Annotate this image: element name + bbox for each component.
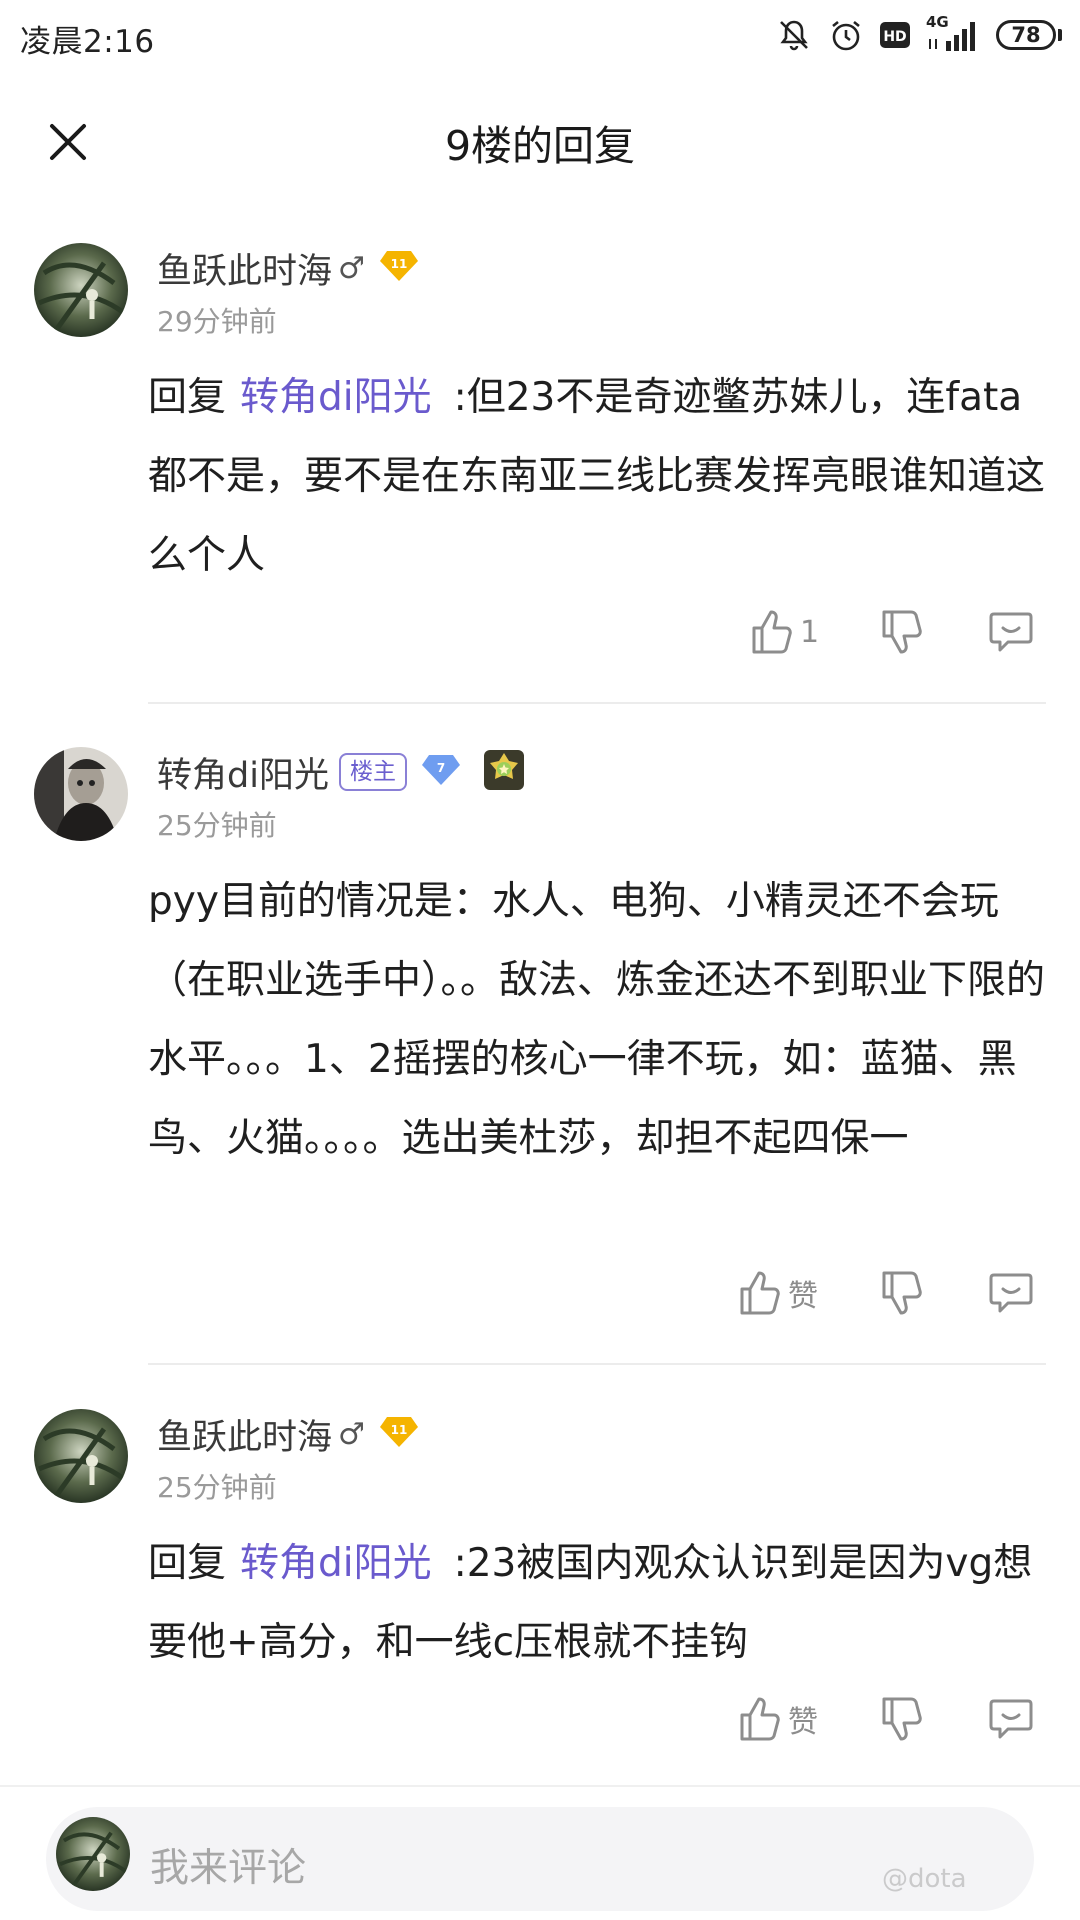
user-line: 鱼跃此时海 ♂ 11 <box>157 1409 419 1459</box>
reply-button[interactable] <box>988 1695 1034 1741</box>
comment-text: 回复 转角di阳光:23被国内观众认识到是因为vg想要他+高分，和一线c压根就不挂… <box>148 1524 1048 1682</box>
comment-actions: 1 <box>0 608 1080 668</box>
medal-icon <box>483 749 525 795</box>
male-icon: ♂ <box>338 1416 365 1452</box>
reply-button[interactable] <box>988 608 1034 654</box>
level-badge: 7 <box>421 753 461 791</box>
level-badge: 11 <box>379 1415 419 1453</box>
username[interactable]: 鱼跃此时海 <box>157 243 332 294</box>
like-label: 赞 <box>788 1279 818 1314</box>
status-bar: 凌晨2:16 HD 4G 78 <box>0 0 1080 72</box>
username[interactable]: 转角di阳光 <box>157 747 329 798</box>
thumbs-down-icon <box>882 1697 922 1741</box>
alarm-icon <box>828 17 864 53</box>
comment-input-placeholder[interactable]: 我来评论 <box>150 1837 306 1893</box>
thumbs-up-icon <box>752 610 792 654</box>
comment-actions: 赞 <box>0 1269 1080 1329</box>
comment-text: 回复 转角di阳光:但23不是奇迹鳖苏妹儿，连fata都不是，要不是在东南亚三线比… <box>148 358 1048 595</box>
svg-text:11: 11 <box>391 1423 408 1437</box>
avatar[interactable] <box>34 243 128 337</box>
avatar[interactable] <box>34 747 128 841</box>
like-count: 1 <box>800 614 820 650</box>
battery-level: 78 <box>996 20 1056 50</box>
thumbs-down-icon <box>882 1271 922 1315</box>
user-line: 鱼跃此时海 ♂ 11 <box>157 243 419 293</box>
comment-bubble-icon <box>989 1699 1033 1739</box>
user-line: 转角di阳光 楼主 7 <box>157 747 525 797</box>
battery-icon: 78 <box>996 20 1062 50</box>
mute-icon <box>776 17 812 53</box>
watermark: @dota <box>882 1864 967 1894</box>
thumbs-up-icon <box>740 1697 780 1741</box>
dislike-button[interactable] <box>880 608 924 656</box>
comment-time: 29分钟前 <box>157 305 277 338</box>
comment-body: pyy目前的情况是：水人、电狗、小精灵还不会玩（在职业选手中）。。敌法、炼金还达… <box>148 879 1046 1161</box>
comment-input-bar: 我来评论 <box>0 1785 1080 1920</box>
mention-link[interactable]: 转角di阳光 <box>240 1541 432 1586</box>
reply-prefix: 回复 <box>148 1541 227 1586</box>
thumbs-up-icon <box>740 1271 780 1315</box>
comment-time: 25分钟前 <box>157 809 277 842</box>
divider <box>148 702 1046 704</box>
status-time: 凌晨2:16 <box>20 24 155 60</box>
comment-actions: 赞 <box>0 1695 1080 1755</box>
hd-icon: HD <box>880 22 910 48</box>
dislike-button[interactable] <box>880 1695 924 1743</box>
avatar[interactable] <box>34 1409 128 1503</box>
signal-icon: 4G <box>926 13 980 53</box>
like-button[interactable]: 1 <box>750 608 819 656</box>
comment-bubble-icon <box>989 612 1033 652</box>
reply-prefix: 回复 <box>148 375 227 420</box>
status-icons: HD 4G 78 <box>776 12 1062 58</box>
mention-link[interactable]: 转角di阳光 <box>240 375 432 420</box>
header: 9楼的回复 <box>0 82 1080 194</box>
page-title: 9楼的回复 <box>444 122 636 170</box>
my-avatar[interactable] <box>56 1817 130 1891</box>
dislike-button[interactable] <box>880 1269 924 1317</box>
svg-text:7: 7 <box>437 761 445 775</box>
svg-text:11: 11 <box>391 257 408 271</box>
svg-text:HD: HD <box>883 29 906 45</box>
like-button[interactable]: 赞 <box>738 1269 818 1317</box>
comment-bubble-icon <box>989 1273 1033 1313</box>
like-button[interactable]: 赞 <box>738 1695 818 1743</box>
reply-button[interactable] <box>988 1269 1034 1315</box>
level-badge: 11 <box>379 249 419 287</box>
like-label: 赞 <box>788 1705 818 1740</box>
comment-text: pyy目前的情况是：水人、电狗、小精灵还不会玩（在职业选手中）。。敌法、炼金还达… <box>148 862 1048 1178</box>
owner-badge: 楼主 <box>338 753 407 791</box>
male-icon: ♂ <box>338 250 365 286</box>
comment-time: 25分钟前 <box>157 1471 277 1504</box>
divider <box>148 1363 1046 1365</box>
username[interactable]: 鱼跃此时海 <box>157 1409 332 1460</box>
thumbs-down-icon <box>882 610 922 654</box>
